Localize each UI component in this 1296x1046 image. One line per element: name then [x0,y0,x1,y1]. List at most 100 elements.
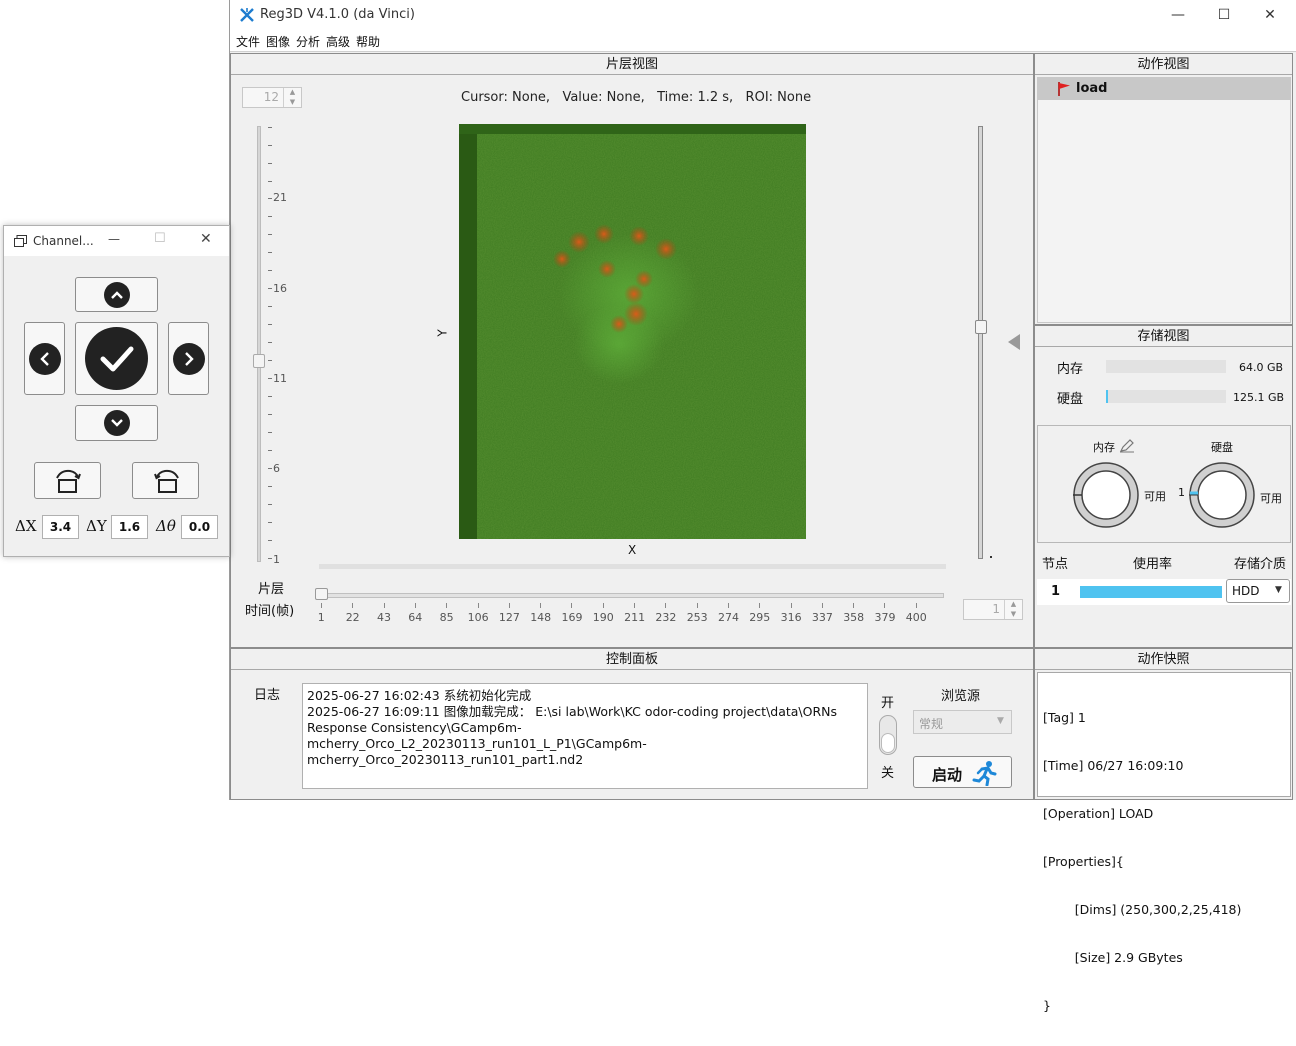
time-tick-label: 127 [498,611,520,624]
time-tick-mark [352,603,354,608]
menu-file[interactable]: 文件 [236,33,260,50]
menu-bar: 文件 图像 分析 高级 帮助 [230,30,1296,52]
spin-up-icon[interactable]: ▲ [1005,600,1022,610]
time-slider-track[interactable] [319,593,944,598]
rotate-cw-button[interactable] [132,462,199,499]
time-tick-mark [853,603,855,608]
time-tick-mark [571,603,573,608]
dtheta-field[interactable]: 0.0 [181,515,218,539]
time-tick-mark [602,603,604,608]
spin-up-icon[interactable]: ▲ [284,88,301,98]
close-button[interactable]: ✕ [1247,0,1293,30]
disk-value: 125.1 GB [1233,391,1285,404]
slice-view-panel: 片层视图 12 ▲ ▼ Cursor: None, Value: None, Ti… [230,53,1034,648]
browse-source-label: 浏览源 [941,689,981,704]
time-tick-mark [383,603,385,608]
time-tick-label: 232 [655,611,677,624]
snapshot-text[interactable]: [Tag] 1 [Time] 06/27 16:09:10 [Operation… [1037,672,1291,1013]
edit-pencil-icon[interactable] [1119,439,1135,453]
action-snapshot-header: 动作快照 [1035,649,1292,670]
storage-view-header: 存储视图 [1035,326,1292,347]
switch-off-label: 关 [881,766,895,781]
shift-right-button[interactable] [168,322,209,395]
gauge-memory-available: 可用 [1144,490,1166,503]
medium-select[interactable]: HDD ▼ [1226,579,1290,603]
slice-scale-6: 6 [273,462,280,475]
rotate-ccw-button[interactable] [34,462,101,499]
confirm-button[interactable] [75,322,158,395]
dy-field[interactable]: 1.6 [111,515,148,539]
main-window: Reg3D V4.1.0 (da Vinci) — ☐ ✕ 文件 图像 分析 高… [229,0,1296,1013]
maximize-button[interactable]: ☐ [1201,0,1247,30]
chevron-up-icon [103,281,130,308]
log-textarea[interactable]: 2025-06-27 16:02:43 系统初始化完成 2025-06-27 1… [302,683,868,789]
time-tick-mark [634,603,635,608]
menu-advanced[interactable]: 高级 [326,33,350,50]
browse-source-value: 常规 [919,717,944,731]
microscopy-image[interactable] [459,124,806,539]
switch-on-label: 开 [881,696,895,711]
image-hscroll[interactable] [319,564,946,569]
menu-help[interactable]: 帮助 [356,33,380,50]
action-item-label: load [1076,81,1108,96]
time-tick-label: 64 [408,611,423,624]
frame-spinbox[interactable]: 1 ▲ ▼ [963,599,1023,620]
spin-down-icon[interactable]: ▼ [284,98,301,108]
shift-left-button[interactable] [24,322,65,395]
log-line: mcherry_Orco_20230113_run101_part1.nd2 [307,752,584,767]
time-tick-label: 106 [467,611,489,624]
slice-slider-track[interactable] [257,126,261,562]
time-tick-mark [696,603,698,608]
slice-spinbox[interactable]: 12 ▲ ▼ [242,87,302,108]
spin-down-icon[interactable]: ▼ [1005,610,1022,620]
chevron-down-icon: ▼ [997,716,1004,726]
snapshot-line: [Dims] (250,300,2,25,418) [1043,902,1242,917]
slice-slider-handle[interactable] [253,354,265,368]
browse-toggle-switch[interactable] [879,715,897,755]
browse-source-select[interactable]: 常规 ▼ [913,710,1012,734]
time-tick-label: 211 [624,611,646,624]
time-tick-mark [915,603,917,608]
slice-scale-16: 16 [273,282,287,295]
time-slider-handle[interactable] [315,588,328,600]
dx-label: ΔX [15,517,37,535]
time-tick-mark [477,603,479,608]
shift-up-button[interactable] [75,277,158,312]
channel-minimize-button[interactable]: — [108,232,120,246]
chevron-right-icon [172,342,205,375]
slice-scale-21: 21 [273,191,287,204]
time-tick-label: 379 [874,611,896,624]
menu-image[interactable]: 图像 [266,33,290,50]
slice-scale-1: 1 [273,553,280,566]
collapse-left-icon[interactable] [1007,334,1021,350]
disk-label: 硬盘 [1057,392,1084,407]
col-node: 节点 [1042,557,1069,572]
log-line: 2025-06-27 16:02:43 系统初始化完成 [307,688,532,703]
slice-view-header: 片层视图 [231,54,1033,75]
time-frame-label: 时间(帧) [245,604,295,619]
dtheta-label: Δθ [156,517,176,535]
time-tick-label: 337 [811,611,833,624]
channel-maximize-button[interactable]: ☐ [154,231,166,246]
usage-bar [1080,586,1222,598]
app-logo-icon [240,8,254,22]
channel-close-button[interactable]: ✕ [200,231,212,247]
slice-scale-11: 11 [273,372,287,385]
menu-analysis[interactable]: 分析 [296,33,320,50]
snapshot-line: [Operation] LOAD [1043,806,1154,821]
shift-down-button[interactable] [75,405,158,441]
gauge-memory-title: 内存 [1093,441,1115,454]
medium-select-value: HDD [1232,584,1260,598]
contrast-slider-handle[interactable] [975,320,987,334]
start-button[interactable]: 启动 [913,756,1012,788]
contrast-slider-track[interactable] [978,126,983,559]
gauge-disk-available: 可用 [1260,492,1282,505]
dx-field[interactable]: 3.4 [42,515,79,539]
action-item-load[interactable]: load [1038,78,1290,100]
gauge-disk-title: 硬盘 [1211,441,1233,454]
memory-label: 内存 [1057,362,1084,377]
gauges-box: 内存 可用 硬盘 1 可用 [1037,425,1291,543]
minimize-button[interactable]: — [1155,0,1201,30]
checkmark-icon [85,327,148,390]
dy-label: ΔY [86,517,107,535]
